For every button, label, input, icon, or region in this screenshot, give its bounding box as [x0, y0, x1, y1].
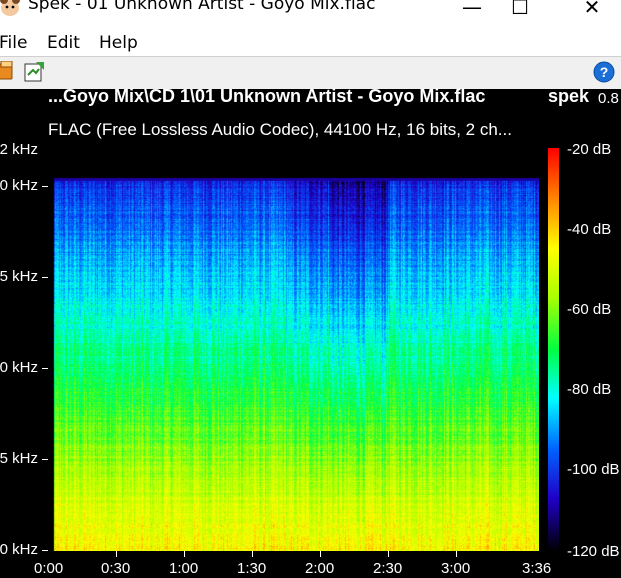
- menu-file[interactable]: File: [0, 33, 27, 53]
- x-tick: [456, 551, 457, 557]
- x-tick: [252, 551, 253, 557]
- x-axis-label: 3:00: [441, 560, 471, 577]
- y-axis-label: 0 kHz: [0, 177, 38, 194]
- menu-help[interactable]: Help: [99, 33, 138, 53]
- close-button[interactable]: ✕: [572, 0, 612, 22]
- y-tick: [42, 186, 48, 187]
- y-tick: [42, 368, 48, 369]
- db-scale-label: -100 dB: [567, 461, 620, 478]
- x-tick: [388, 551, 389, 557]
- y-axis-label: 0 kHz: [0, 541, 38, 558]
- menu-help-label: Help: [99, 33, 138, 53]
- spectrogram-canvas: [48, 148, 539, 551]
- maximize-button[interactable]: ☐: [500, 0, 540, 22]
- x-axis-label: 3:36: [522, 560, 552, 577]
- save-image-icon[interactable]: [24, 61, 46, 83]
- db-scale-label: -40 dB: [567, 221, 612, 238]
- version-label: 0.8: [598, 90, 619, 107]
- x-axis-label: 0:00: [34, 560, 64, 577]
- db-scale-label: -120 dB: [567, 543, 620, 560]
- stream-info-label: FLAC (Free Lossless Audio Codec), 44100 …: [48, 120, 512, 139]
- db-scale-label: -60 dB: [567, 301, 612, 318]
- minimize-button[interactable]: —: [452, 0, 492, 22]
- open-file-icon[interactable]: [0, 61, 16, 81]
- db-scale-label: -80 dB: [567, 381, 612, 398]
- y-axis-label: 5 kHz: [0, 450, 38, 467]
- y-tick: [42, 550, 48, 551]
- y-tick: [42, 277, 48, 278]
- toolbar: ?: [0, 56, 621, 89]
- menu-bar: File Edit Help: [0, 31, 621, 56]
- menu-edit-label: Edit: [47, 33, 80, 53]
- x-axis-label: 0:30: [101, 560, 131, 577]
- spek-app-icon: [0, 0, 20, 16]
- y-axis-label: 2 kHz: [0, 141, 38, 158]
- title-bar: Spek - 01 Unknown Artist - Goyo Mix.flac…: [0, 0, 621, 31]
- file-path-label: ...Goyo Mix\CD 1\01 Unknown Artist - Goy…: [48, 86, 486, 106]
- x-axis-label: 1:30: [237, 560, 267, 577]
- y-tick: [42, 459, 48, 460]
- window-title: Spek - 01 Unknown Artist - Goyo Mix.flac: [28, 0, 376, 14]
- x-tick: [184, 551, 185, 557]
- x-axis-label: 1:00: [169, 560, 199, 577]
- menu-file-label: File: [0, 33, 28, 53]
- db-scale-label: -20 dB: [567, 141, 612, 158]
- x-tick: [116, 551, 117, 557]
- app-name-label: spek: [548, 86, 590, 106]
- help-icon[interactable]: ?: [593, 61, 615, 83]
- x-axis-label: 2:30: [373, 560, 403, 577]
- y-axis-label: 5 kHz: [0, 268, 38, 285]
- y-axis-label: 0 kHz: [0, 359, 38, 376]
- menu-edit[interactable]: Edit: [47, 33, 80, 53]
- x-tick: [320, 551, 321, 557]
- x-axis-label: 2:00: [305, 560, 335, 577]
- svg-text:?: ?: [600, 64, 609, 80]
- db-color-scale: [548, 148, 559, 551]
